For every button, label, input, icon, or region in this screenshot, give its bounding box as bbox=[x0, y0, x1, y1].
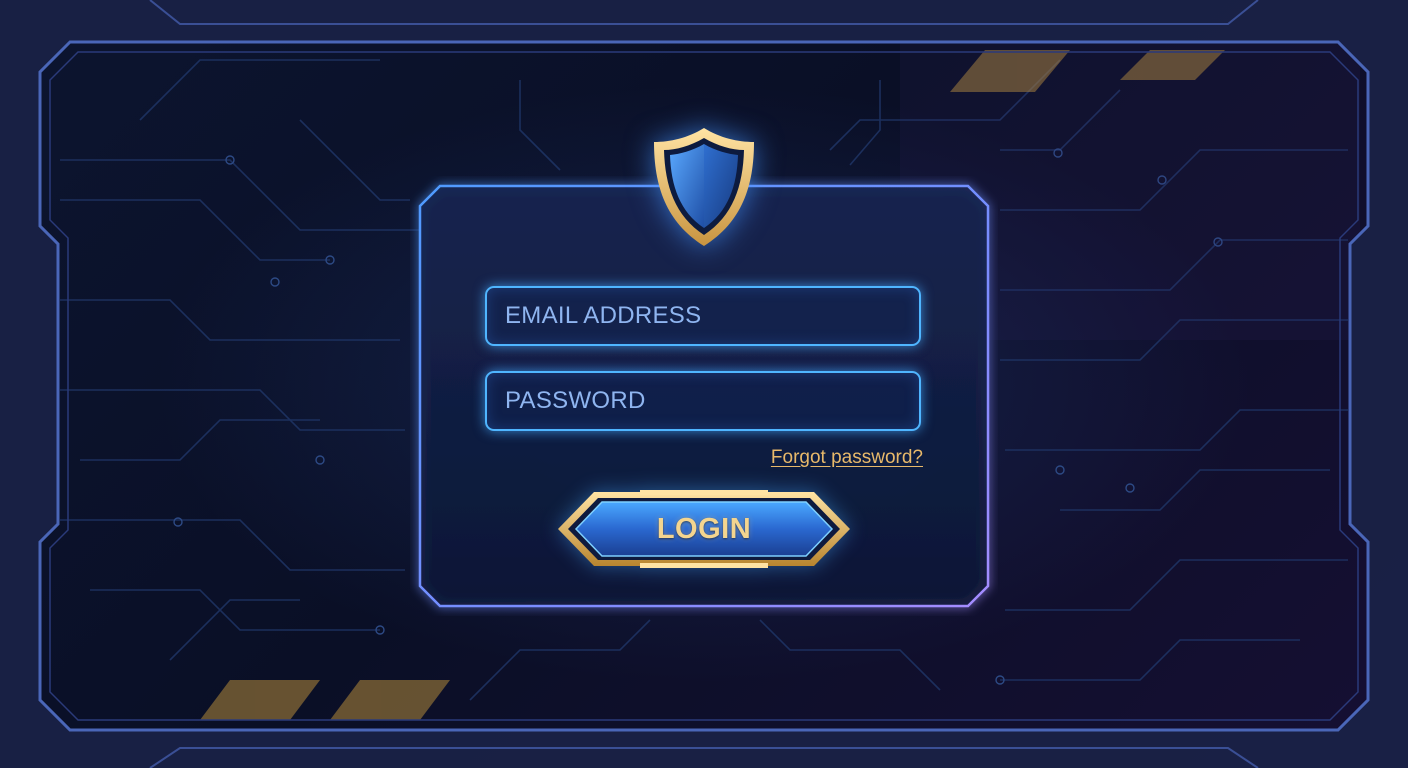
password-field[interactable] bbox=[485, 371, 921, 431]
forgot-password-link[interactable]: Forgot password? bbox=[771, 447, 923, 469]
password-input[interactable] bbox=[487, 373, 919, 429]
shield-icon bbox=[654, 128, 754, 246]
email-field[interactable] bbox=[485, 286, 921, 346]
login-button-label: LOGIN bbox=[656, 513, 752, 545]
email-input[interactable] bbox=[487, 288, 919, 344]
login-screen: Forgot password? LOGIN bbox=[0, 0, 1408, 768]
login-button[interactable]: LOGIN bbox=[554, 488, 854, 570]
